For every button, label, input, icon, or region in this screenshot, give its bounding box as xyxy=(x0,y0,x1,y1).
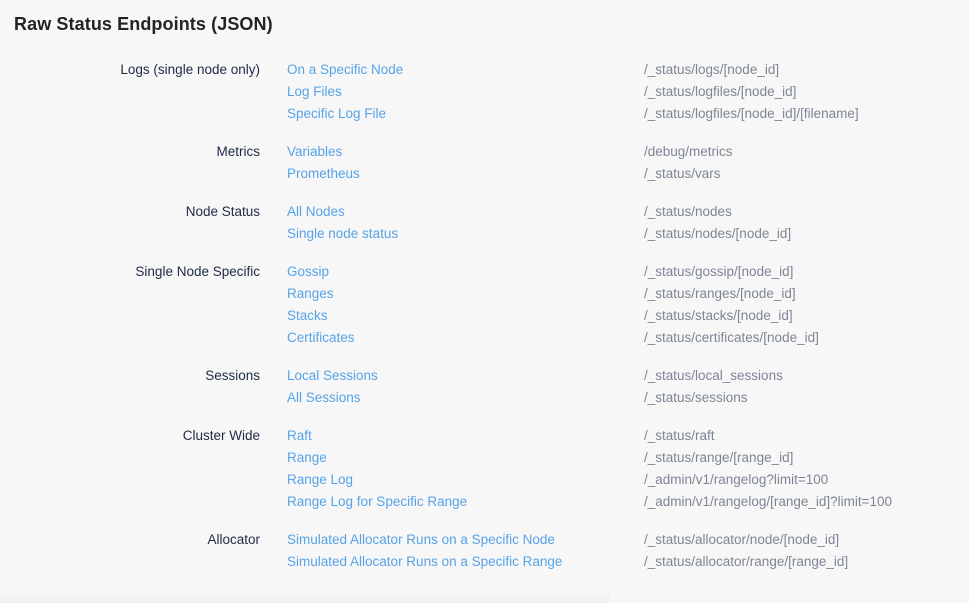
endpoint-row: Specific Log File /_status/logfiles/[nod… xyxy=(260,103,969,125)
endpoint-path: /_admin/v1/rangelog/[range_id]?limit=100 xyxy=(644,491,892,513)
endpoint-row: Ranges /_status/ranges/[node_id] xyxy=(260,283,969,305)
section-allocator: Allocator Simulated Allocator Runs on a … xyxy=(0,529,969,573)
endpoint-link[interactable]: Range Log for Specific Range xyxy=(287,491,644,513)
section-sessions: Sessions Local Sessions /_status/local_s… xyxy=(0,365,969,409)
endpoint-row: On a Specific Node /_status/logs/[node_i… xyxy=(260,59,969,81)
endpoint-link[interactable]: Single node status xyxy=(287,223,644,245)
endpoint-path: /_status/sessions xyxy=(644,387,748,409)
section-category-label: Node Status xyxy=(14,201,260,223)
page-title: Raw Status Endpoints (JSON) xyxy=(0,0,969,35)
endpoint-path: /_admin/v1/rangelog?limit=100 xyxy=(644,469,828,491)
endpoint-link[interactable]: Specific Log File xyxy=(287,103,644,125)
endpoint-path: /_status/allocator/range/[range_id] xyxy=(644,551,848,573)
endpoint-link[interactable]: Log Files xyxy=(287,81,644,103)
section-cluster-wide: Cluster Wide Raft /_status/raft Range /_… xyxy=(0,425,969,513)
endpoint-row: Prometheus /_status/vars xyxy=(260,163,969,185)
endpoint-row: All Sessions /_status/sessions xyxy=(260,387,969,409)
endpoint-link[interactable]: All Nodes xyxy=(287,201,644,223)
endpoint-link[interactable]: Simulated Allocator Runs on a Specific R… xyxy=(287,551,644,573)
endpoint-row: Stacks /_status/stacks/[node_id] xyxy=(260,305,969,327)
endpoint-path: /_status/logs/[node_id] xyxy=(644,59,779,81)
endpoint-path: /_status/allocator/node/[node_id] xyxy=(644,529,839,551)
endpoint-link[interactable]: Ranges xyxy=(287,283,644,305)
endpoint-row: Variables /debug/metrics xyxy=(260,141,969,163)
endpoint-link[interactable]: On a Specific Node xyxy=(287,59,644,81)
section-rows: Gossip /_status/gossip/[node_id] Ranges … xyxy=(260,261,969,349)
endpoint-table: Logs (single node only) On a Specific No… xyxy=(0,59,969,573)
endpoint-path: /debug/metrics xyxy=(644,141,733,163)
section-rows: Variables /debug/metrics Prometheus /_st… xyxy=(260,141,969,185)
section-single-node-specific: Single Node Specific Gossip /_status/gos… xyxy=(0,261,969,349)
section-logs: Logs (single node only) On a Specific No… xyxy=(0,59,969,125)
endpoint-path: /_status/logfiles/[node_id]/[filename] xyxy=(644,103,859,125)
section-category-label: Cluster Wide xyxy=(14,425,260,447)
endpoint-path: /_status/nodes/[node_id] xyxy=(644,223,791,245)
endpoint-row: All Nodes /_status/nodes xyxy=(260,201,969,223)
section-category-label: Allocator xyxy=(14,529,260,551)
section-node-status: Node Status All Nodes /_status/nodes Sin… xyxy=(0,201,969,245)
endpoint-link[interactable]: Range Log xyxy=(287,469,644,491)
endpoint-link[interactable]: Gossip xyxy=(287,261,644,283)
endpoint-link[interactable]: Stacks xyxy=(287,305,644,327)
endpoint-path: /_status/gossip/[node_id] xyxy=(644,261,793,283)
section-category-label: Metrics xyxy=(14,141,260,163)
endpoint-path: /_status/logfiles/[node_id] xyxy=(644,81,796,103)
endpoint-row: Raft /_status/raft xyxy=(260,425,969,447)
endpoint-row: Single node status /_status/nodes/[node_… xyxy=(260,223,969,245)
section-rows: Local Sessions /_status/local_sessions A… xyxy=(260,365,969,409)
endpoint-row: Gossip /_status/gossip/[node_id] xyxy=(260,261,969,283)
endpoint-row: Log Files /_status/logfiles/[node_id] xyxy=(260,81,969,103)
endpoint-link[interactable]: All Sessions xyxy=(287,387,644,409)
section-rows: All Nodes /_status/nodes Single node sta… xyxy=(260,201,969,245)
section-metrics: Metrics Variables /debug/metrics Prometh… xyxy=(0,141,969,185)
bottom-shade xyxy=(0,589,610,603)
endpoint-link[interactable]: Prometheus xyxy=(287,163,644,185)
endpoint-path: /_status/local_sessions xyxy=(644,365,783,387)
endpoint-link[interactable]: Local Sessions xyxy=(287,365,644,387)
section-category-label: Logs (single node only) xyxy=(14,59,260,81)
endpoint-path: /_status/vars xyxy=(644,163,721,185)
section-rows: Raft /_status/raft Range /_status/range/… xyxy=(260,425,969,513)
endpoint-row: Range /_status/range/[range_id] xyxy=(260,447,969,469)
endpoint-link[interactable]: Range xyxy=(287,447,644,469)
endpoint-path: /_status/certificates/[node_id] xyxy=(644,327,819,349)
endpoint-row: Local Sessions /_status/local_sessions xyxy=(260,365,969,387)
endpoint-row: Simulated Allocator Runs on a Specific N… xyxy=(260,529,969,551)
endpoint-row: Range Log for Specific Range /_admin/v1/… xyxy=(260,491,969,513)
endpoint-path: /_status/nodes xyxy=(644,201,732,223)
section-category-label: Single Node Specific xyxy=(14,261,260,283)
endpoint-row: Certificates /_status/certificates/[node… xyxy=(260,327,969,349)
endpoint-link[interactable]: Variables xyxy=(287,141,644,163)
endpoint-link[interactable]: Raft xyxy=(287,425,644,447)
endpoint-path: /_status/raft xyxy=(644,425,715,447)
endpoint-path: /_status/stacks/[node_id] xyxy=(644,305,793,327)
endpoint-link[interactable]: Simulated Allocator Runs on a Specific N… xyxy=(287,529,644,551)
endpoint-link[interactable]: Certificates xyxy=(287,327,644,349)
endpoint-path: /_status/ranges/[node_id] xyxy=(644,283,796,305)
section-rows: Simulated Allocator Runs on a Specific N… xyxy=(260,529,969,573)
raw-status-endpoints-page: Raw Status Endpoints (JSON) Logs (single… xyxy=(0,0,969,603)
section-rows: On a Specific Node /_status/logs/[node_i… xyxy=(260,59,969,125)
endpoint-path: /_status/range/[range_id] xyxy=(644,447,793,469)
endpoint-row: Range Log /_admin/v1/rangelog?limit=100 xyxy=(260,469,969,491)
section-category-label: Sessions xyxy=(14,365,260,387)
endpoint-row: Simulated Allocator Runs on a Specific R… xyxy=(260,551,969,573)
